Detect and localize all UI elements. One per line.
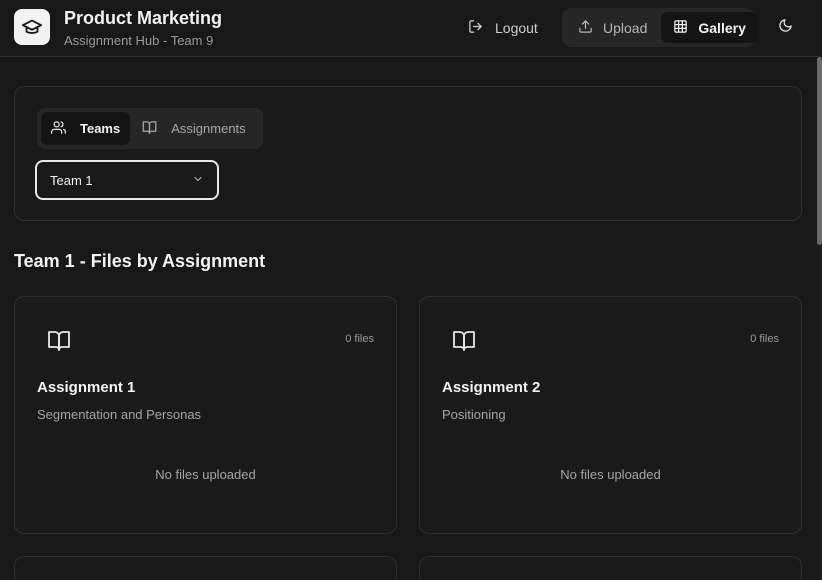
file-count: 0 files	[750, 333, 779, 345]
file-count: 0 files	[345, 333, 374, 345]
logout-label: Logout	[495, 20, 538, 36]
empty-state-text: No files uploaded	[155, 467, 256, 482]
upload-button[interactable]: Upload	[566, 12, 659, 43]
scrollbar-thumb[interactable]	[817, 57, 822, 245]
view-switcher: Upload Gallery	[562, 8, 758, 47]
moon-icon	[778, 18, 793, 38]
view-tabs: Teams Assignments	[37, 108, 263, 149]
assignment-title: Assignment 1	[37, 379, 136, 396]
graduation-cap-icon[interactable]	[14, 9, 50, 45]
tab-assignments-label: Assignments	[171, 121, 246, 136]
chevron-down-icon	[192, 173, 204, 188]
book-open-icon	[452, 329, 476, 358]
assignment-card-partial[interactable]	[419, 556, 802, 580]
app-header: Product Marketing Assignment Hub - Team …	[0, 0, 822, 57]
book-open-icon	[142, 120, 157, 138]
logout-icon	[468, 19, 483, 37]
upload-icon	[578, 19, 593, 37]
assignment-description: Segmentation and Personas	[37, 407, 202, 422]
users-icon	[51, 120, 66, 138]
gallery-button[interactable]: Gallery	[661, 12, 758, 43]
app-subtitle: Assignment Hub - Team 9	[64, 33, 214, 48]
theme-toggle-button[interactable]	[770, 14, 800, 42]
tab-assignments[interactable]: Assignments	[132, 112, 255, 145]
upload-label: Upload	[603, 19, 648, 36]
tab-teams[interactable]: Teams	[41, 112, 131, 145]
empty-state-text: No files uploaded	[560, 467, 661, 482]
tab-teams-label: Teams	[80, 121, 121, 136]
filter-panel: Teams Assignments Team 1	[14, 86, 802, 221]
assignment-description: Positioning	[442, 407, 506, 422]
grid-icon	[673, 19, 688, 37]
assignment-title: Assignment 2	[442, 379, 541, 396]
assignment-card[interactable]: 0 files Assignment 2 Positioning No file…	[419, 296, 802, 534]
assignment-card[interactable]: 0 files Assignment 1 Segmentation and Pe…	[14, 296, 397, 534]
logout-button[interactable]: Logout	[462, 14, 544, 42]
team-select-value: Team 1	[50, 172, 93, 188]
book-open-icon	[47, 329, 71, 358]
gallery-label: Gallery	[698, 19, 746, 36]
section-title: Team 1 - Files by Assignment	[14, 251, 266, 271]
team-select[interactable]: Team 1	[35, 160, 219, 200]
app-title: Product Marketing	[64, 8, 223, 28]
assignment-card-partial[interactable]	[14, 556, 397, 580]
